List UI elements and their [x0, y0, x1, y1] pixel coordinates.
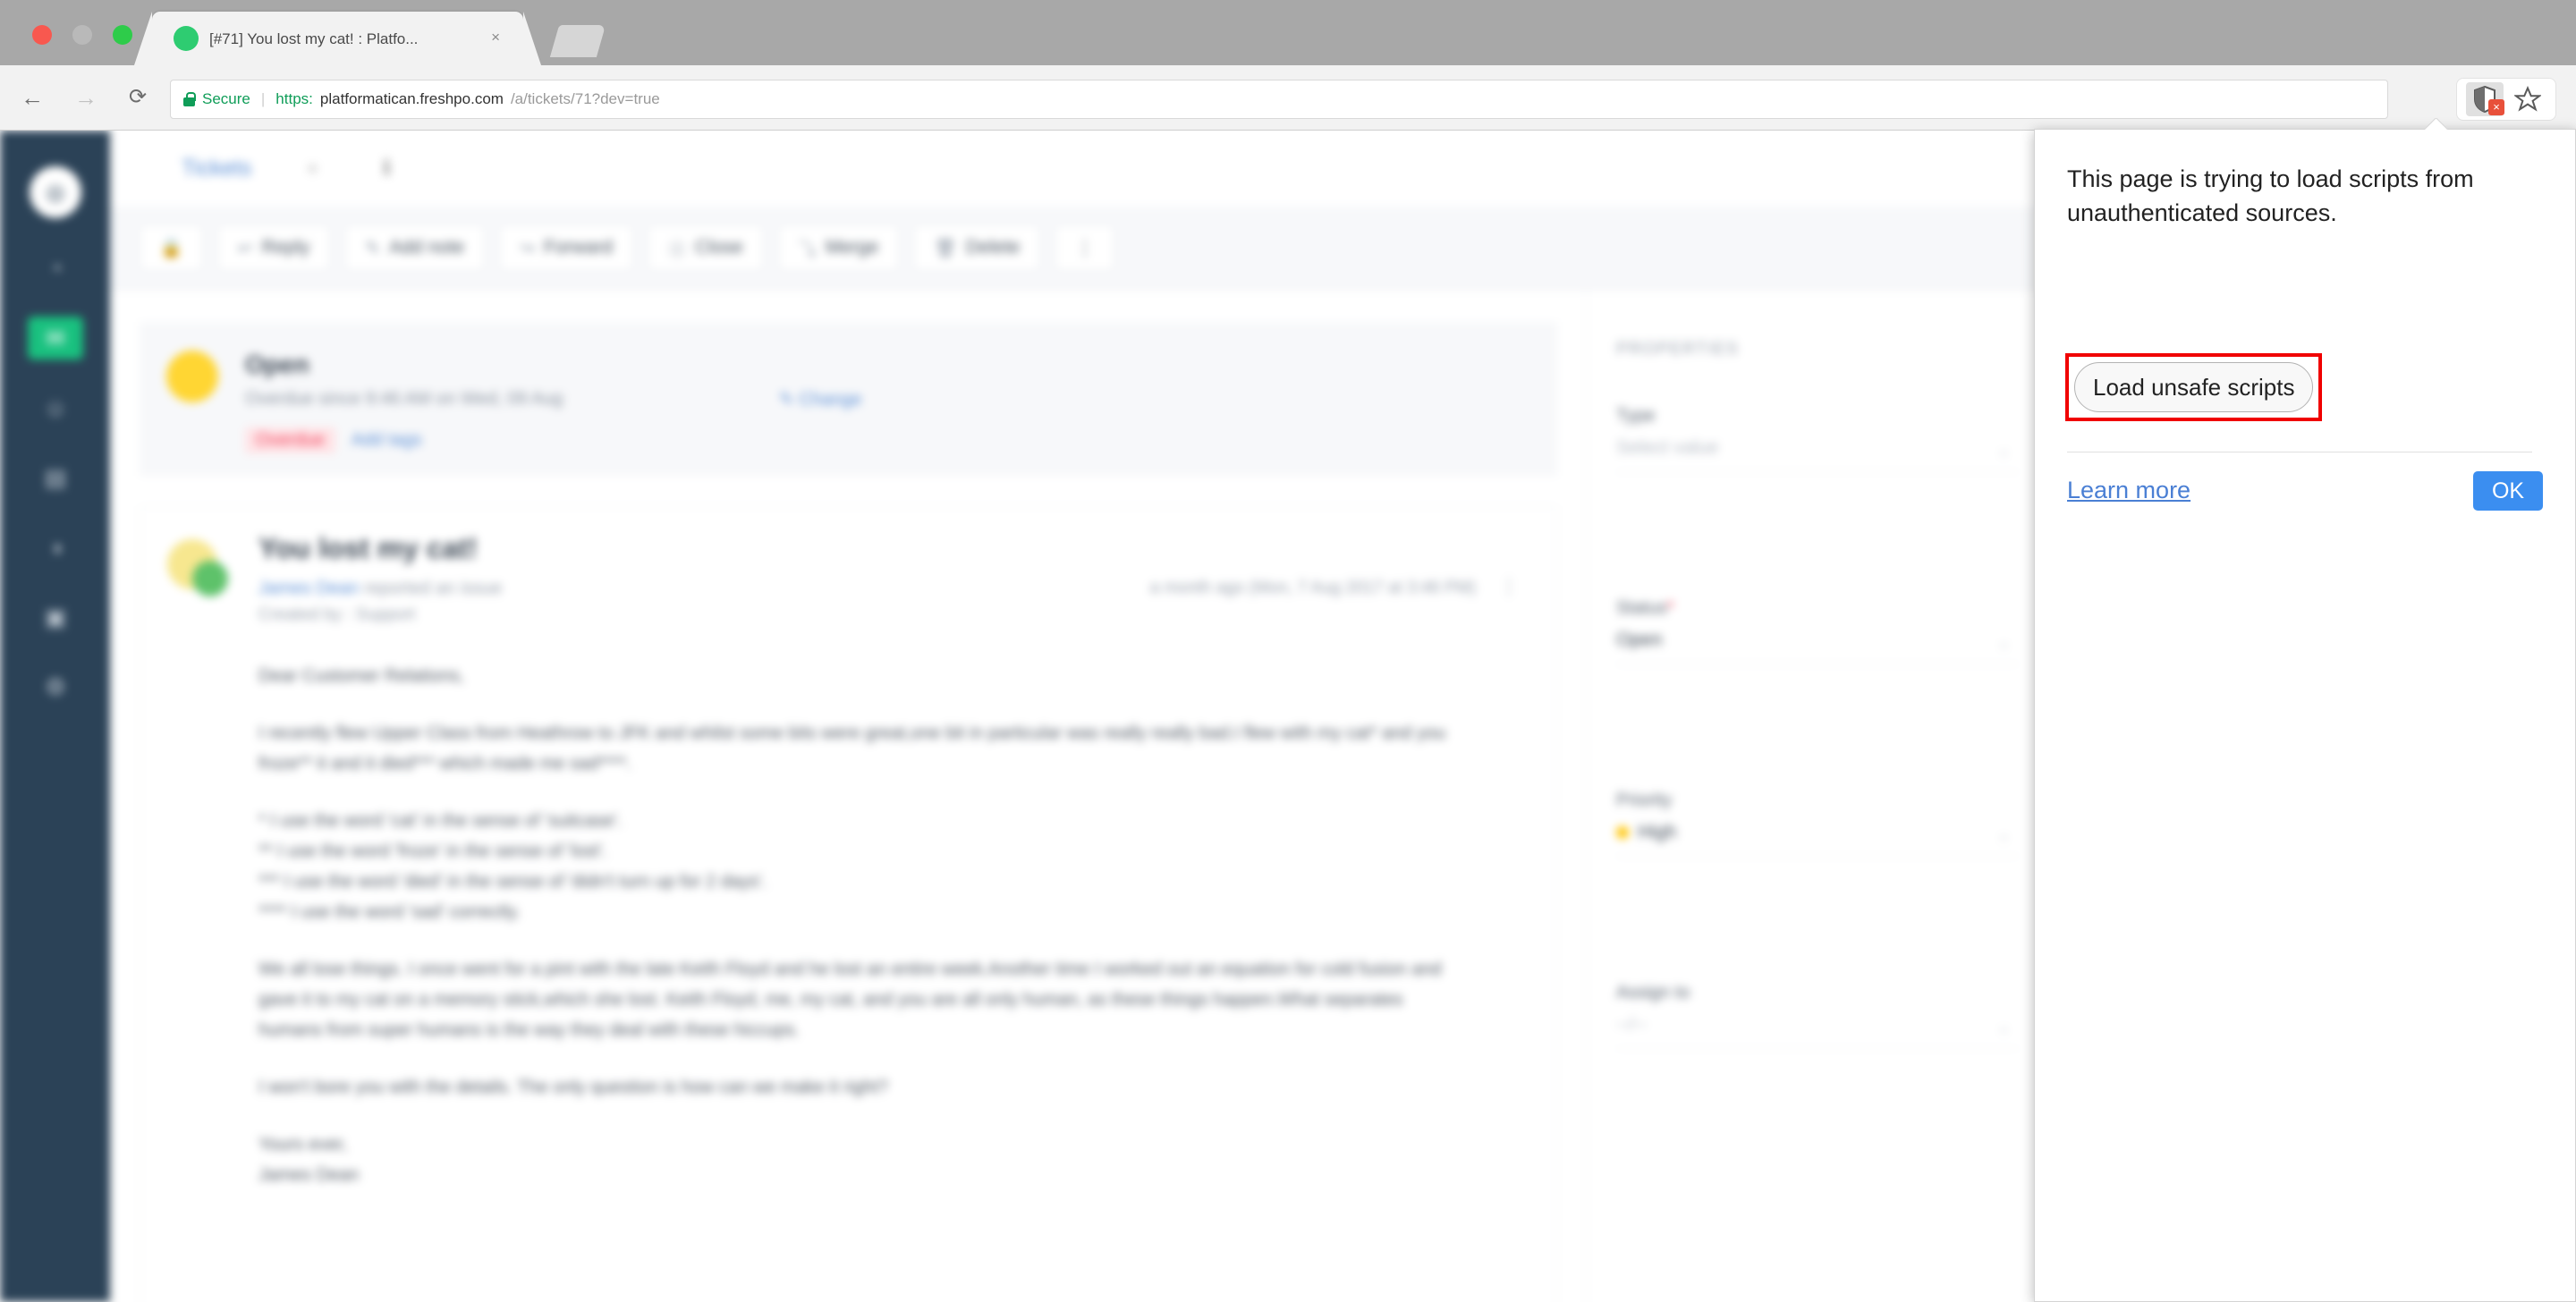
- bookmark-star-icon[interactable]: [2509, 82, 2546, 116]
- back-button[interactable]: ←: [20, 85, 45, 110]
- address-bar[interactable]: Secure | https: platformatican.freshpo.c…: [170, 80, 2388, 119]
- url-scheme: https:: [275, 90, 313, 107]
- tab-title: [#71] You lost my cat! : Platfo...: [209, 30, 419, 47]
- mixed-content-popup: This page is trying to load scripts from…: [2034, 129, 2576, 1302]
- url-host: platformatican.freshpo.com: [319, 90, 504, 107]
- load-unsafe-highlight: Load unsafe scripts: [2065, 353, 2323, 421]
- new-tab-button[interactable]: [549, 25, 606, 57]
- tab-close-icon[interactable]: ×: [491, 29, 500, 46]
- tab-strip: [#71] You lost my cat! : Platfo... ×: [0, 0, 2576, 65]
- secure-label: Secure: [202, 90, 250, 107]
- forward-button[interactable]: →: [73, 85, 98, 110]
- load-unsafe-scripts-button[interactable]: Load unsafe scripts: [2074, 362, 2314, 412]
- omnibox-separator: |: [260, 90, 266, 107]
- lock-icon: [183, 92, 196, 106]
- shield-badge: ×: [2488, 99, 2504, 115]
- omnibox-actions: ×: [2456, 78, 2556, 121]
- star-glyph: [2514, 86, 2541, 112]
- favicon-icon: [174, 26, 199, 51]
- browser-toolbar: ← → ⟳ Secure | https: platformatican.fre…: [0, 65, 2576, 131]
- url-path: /a/tickets/71?dev=true: [510, 90, 660, 107]
- popup-arrow: [2425, 118, 2448, 130]
- browser-tab[interactable]: [#71] You lost my cat! : Platfo... ×: [134, 12, 541, 65]
- popup-message: This page is trying to load scripts from…: [2067, 165, 2474, 226]
- ok-button[interactable]: OK: [2473, 471, 2543, 511]
- mixed-content-shield-icon[interactable]: ×: [2466, 82, 2504, 116]
- reload-button[interactable]: ⟳: [125, 85, 150, 110]
- learn-more-link[interactable]: Learn more: [2067, 477, 2190, 504]
